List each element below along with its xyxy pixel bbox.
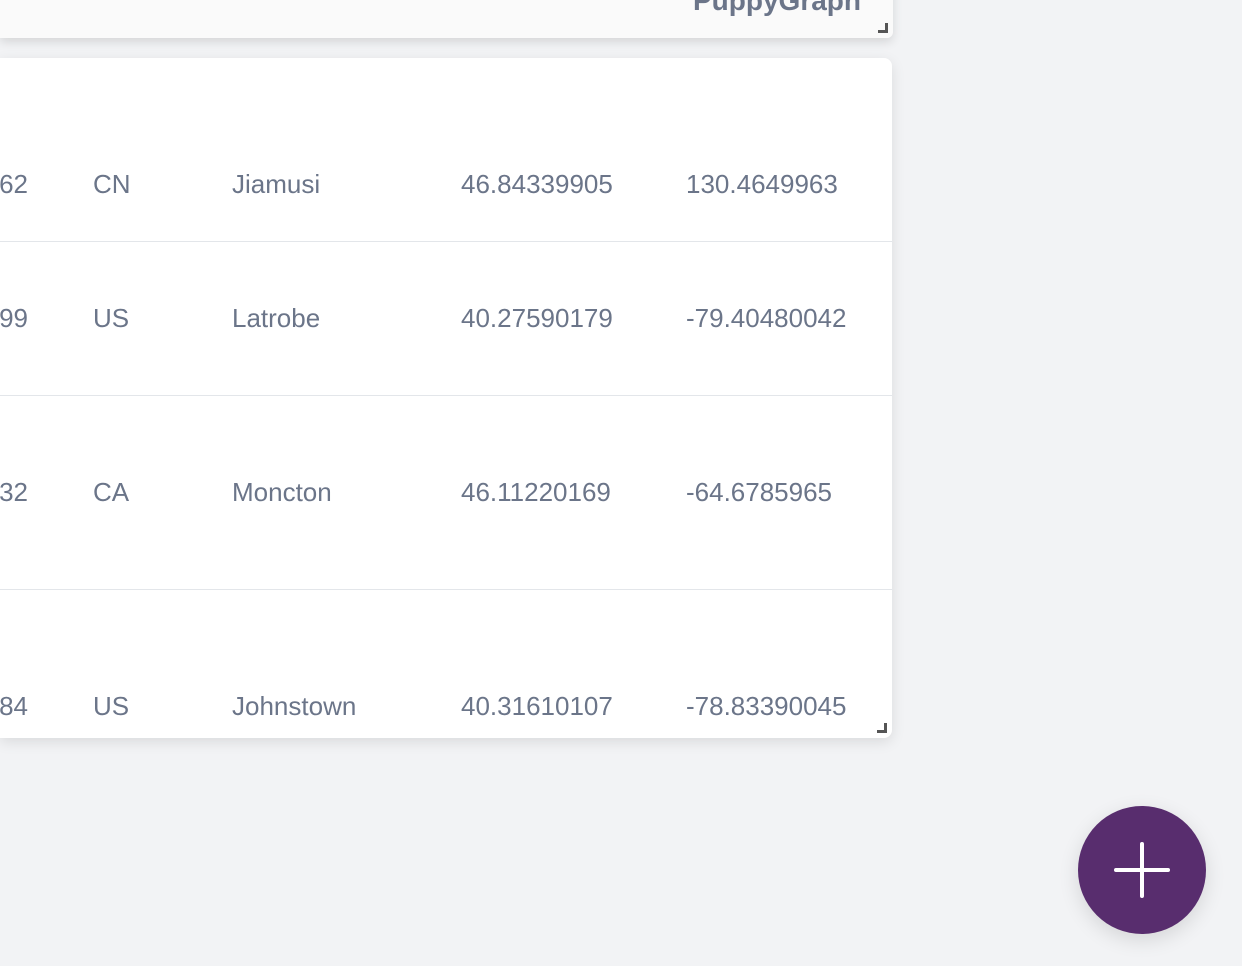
table-row: 99 US Latrobe 40.27590179 -79.40480042 [0, 242, 892, 396]
resize-handle[interactable] [878, 23, 888, 33]
resize-handle[interactable] [877, 723, 887, 733]
table-cell: -78.83390045 [686, 691, 847, 721]
table-cell: 40.27590179 [461, 303, 613, 333]
table-cell: US [93, 303, 130, 333]
table-cell: US [93, 691, 130, 721]
table-cell: 32 [0, 477, 28, 507]
table-cell: -79.40480042 [686, 303, 847, 333]
table-cell: 99 [0, 303, 28, 333]
table-cell: CN [93, 169, 131, 199]
top-panel: PuppyGraph [0, 0, 893, 38]
panel-title: PuppyGraph [692, 0, 861, 16]
table-cell: 46.84339905 [461, 169, 613, 199]
results-table: 62 CN Jiamusi 46.84339905 130.4649963 99… [0, 58, 892, 738]
table-row: 62 CN Jiamusi 46.84339905 130.4649963 [0, 58, 892, 242]
table-cell: Johnstown [232, 691, 357, 721]
table-cell: 40.31610107 [461, 691, 613, 721]
table-cell: Latrobe [232, 303, 321, 333]
table-cell: 62 [0, 169, 28, 199]
table-row: 284 US Johnstown 40.31610107 -78.8339004… [0, 590, 892, 738]
table-cell: Jiamusi [232, 169, 321, 199]
add-button[interactable] [1078, 806, 1206, 934]
table-cell: 284 [0, 691, 28, 721]
table-row: 32 CA Moncton 46.11220169 -64.6785965 [0, 396, 892, 590]
table-cell: -64.6785965 [686, 477, 833, 507]
table-cell: 130.4649963 [686, 169, 838, 199]
table-cell: Moncton [232, 477, 332, 507]
table-cell: 46.11220169 [461, 477, 611, 507]
table-cell: CA [93, 477, 130, 507]
